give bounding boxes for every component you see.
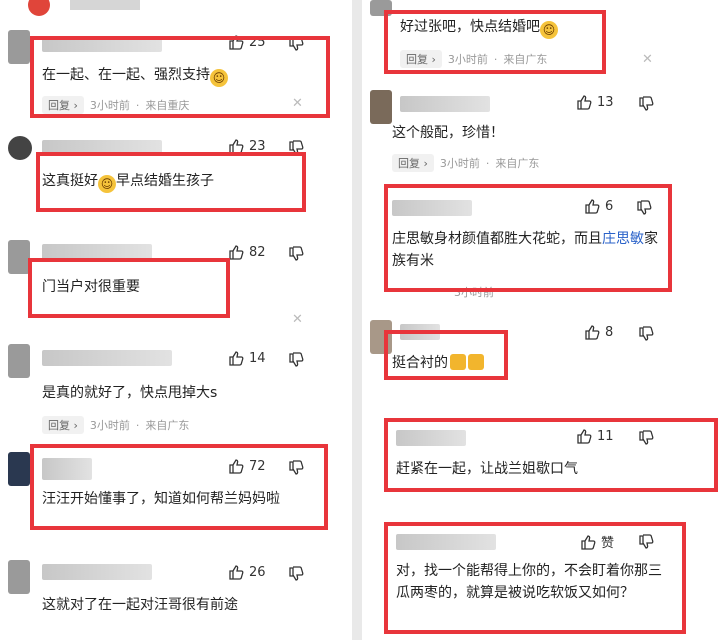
highlight-box: [384, 330, 508, 380]
thumb-up-icon: [585, 325, 600, 340]
thumb-down-icon[interactable]: [288, 246, 304, 262]
reply-button[interactable]: 回复 ›: [42, 416, 84, 434]
comment-text: 是真的就好了，快点甩掉大s: [42, 385, 218, 401]
highlight-box: [384, 10, 606, 74]
like-count: 8: [605, 324, 614, 340]
thumb-up-icon: [229, 245, 244, 260]
thumb-up-icon: [229, 351, 244, 366]
thumb-down-icon[interactable]: [638, 96, 654, 112]
comment-meta: 回复 › 3小时前 · 来自广东: [392, 154, 539, 172]
avatar[interactable]: [8, 30, 30, 64]
highlight-box: [36, 152, 306, 212]
comment-meta: 回复 › 3小时前 · 来自广东: [42, 416, 189, 434]
avatar[interactable]: [370, 90, 392, 124]
comment-column-right: 好过张吧，快点结婚吧 ☺ 回复 › 3小时前 · 来自广东 ✕ 13 这个般配，珍…: [362, 0, 728, 640]
like-button[interactable]: 26: [228, 564, 266, 580]
like-count: 14: [249, 350, 266, 366]
highlight-box: [28, 258, 230, 318]
username-blur[interactable]: [400, 96, 490, 112]
like-button[interactable]: 13: [576, 94, 614, 110]
like-button[interactable]: 82: [228, 244, 266, 260]
thumb-down-icon[interactable]: [288, 566, 304, 582]
comment-text: 这个般配，珍惜！: [392, 125, 504, 141]
highlight-box: [30, 36, 330, 118]
top-name-blur: [70, 0, 140, 10]
reply-button[interactable]: 回复 ›: [392, 154, 434, 172]
thumb-up-icon: [229, 565, 244, 580]
thumb-up-icon: [577, 95, 592, 110]
highlight-box: [384, 418, 718, 492]
avatar[interactable]: [8, 452, 30, 486]
highlight-box: [384, 184, 672, 292]
like-count: 26: [249, 564, 266, 580]
comment-time: 3小时前: [439, 157, 480, 170]
username-blur[interactable]: [42, 350, 172, 366]
highlight-box: [30, 444, 328, 530]
thumb-down-icon[interactable]: [288, 352, 304, 368]
like-button[interactable]: 14: [228, 350, 266, 366]
avatar[interactable]: [8, 560, 30, 594]
like-count: 82: [249, 244, 266, 260]
comment-item: 26 这就对了在一起对汪哥很有前途: [0, 556, 352, 640]
like-button[interactable]: 8: [584, 324, 613, 340]
thumb-down-icon[interactable]: [638, 326, 654, 342]
close-icon[interactable]: ✕: [292, 312, 303, 327]
username-blur[interactable]: [42, 564, 152, 580]
highlight-box: [384, 522, 686, 634]
comment-column-left: 25 在一起、在一起、强烈支持 ☺ 回复 › 3小时前 · 来自重庆 ✕ 23 这…: [0, 0, 352, 640]
top-avatar: [28, 0, 50, 16]
comment-item: 14 是真的就好了，快点甩掉大s 回复 › 3小时前 · 来自广东: [0, 340, 352, 440]
avatar[interactable]: [8, 240, 30, 274]
comment-item: 13 这个般配，珍惜！ 回复 › 3小时前 · 来自广东: [362, 86, 728, 180]
close-icon[interactable]: ✕: [642, 52, 653, 67]
comment-location: 来自广东: [145, 419, 190, 432]
comment-location: 来自广东: [495, 157, 540, 170]
comment-text: 这就对了在一起对汪哥很有前途: [42, 597, 238, 613]
comment-time: 3小时前: [89, 419, 130, 432]
like-count: 13: [597, 94, 614, 110]
avatar[interactable]: [8, 136, 32, 160]
avatar[interactable]: [8, 344, 30, 378]
